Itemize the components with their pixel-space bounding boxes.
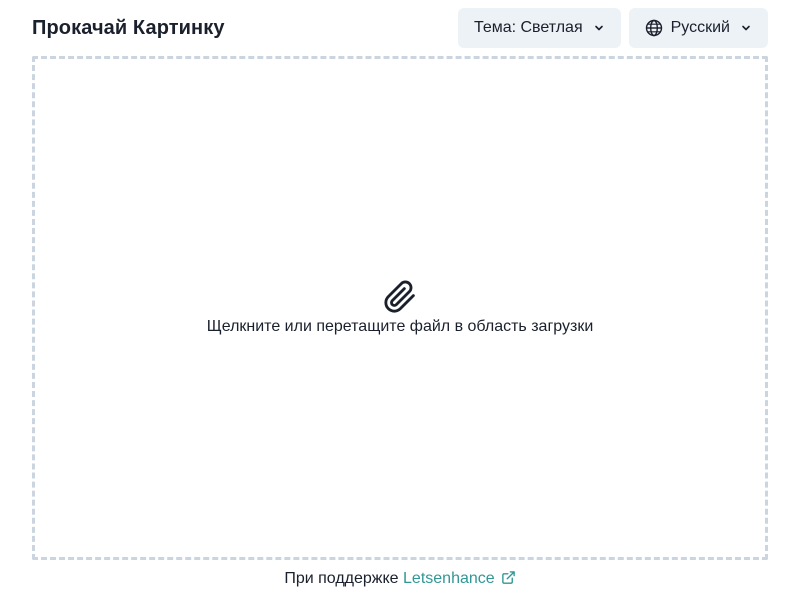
- powered-by-text: При поддержке: [284, 570, 399, 587]
- external-link-icon: [501, 570, 516, 585]
- header-controls: Тема: Светлая Русский: [457, 8, 768, 48]
- paperclip-icon: [383, 280, 417, 314]
- chevron-down-icon: [593, 22, 605, 34]
- globe-icon: [645, 19, 663, 37]
- language-menu-button[interactable]: Русский: [628, 8, 768, 48]
- language-menu-label: Русский: [670, 19, 730, 36]
- footer: При поддержке Letsenhance: [0, 570, 800, 588]
- app-title: Прокачай Картинку: [32, 16, 225, 39]
- theme-menu-button[interactable]: Тема: Светлая: [457, 8, 621, 48]
- dropzone-hint: Щелкните или перетащите файл в область з…: [206, 318, 594, 335]
- letsenhance-link-label: Letsenhance: [403, 570, 495, 587]
- letsenhance-link[interactable]: Letsenhance: [403, 570, 516, 587]
- theme-menu-label: Тема: Светлая: [473, 19, 583, 36]
- header: Прокачай Картинку Тема: Светлая Русский: [32, 8, 768, 48]
- file-dropzone[interactable]: Щелкните или перетащите файл в область з…: [32, 56, 768, 560]
- chevron-down-icon: [740, 22, 752, 34]
